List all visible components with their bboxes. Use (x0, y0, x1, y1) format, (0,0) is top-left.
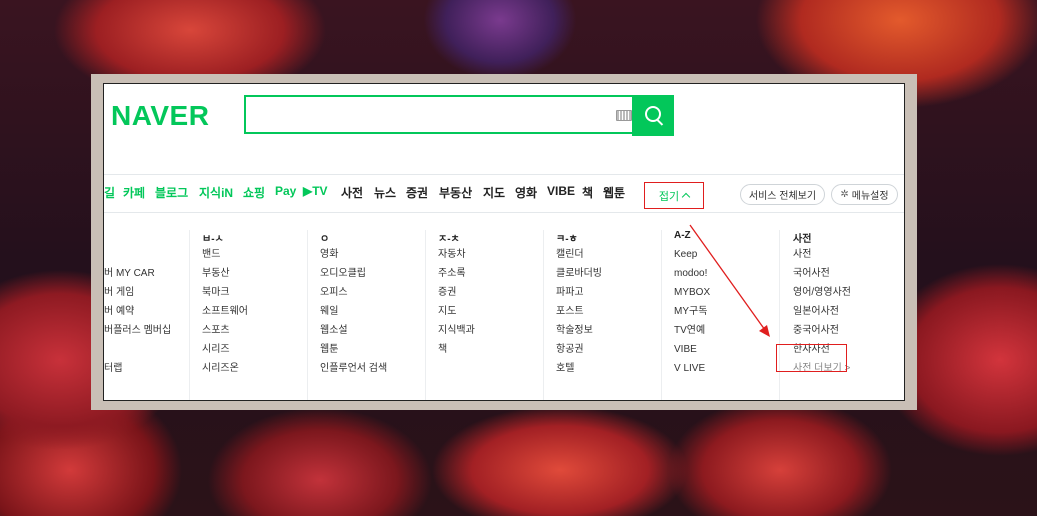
service-link[interactable]: TV연예 (674, 325, 710, 344)
nav-item-movie[interactable]: 영화 (515, 184, 537, 201)
service-link[interactable]: 웹소설 (320, 325, 387, 344)
service-link[interactable] (104, 344, 171, 363)
service-link[interactable]: 지도 (438, 306, 475, 325)
service-link[interactable]: 웨일 (320, 306, 387, 325)
service-link[interactable]: 캘린더 (556, 249, 602, 268)
service-link[interactable]: 증권 (438, 287, 475, 306)
column-heading: 사전 (793, 234, 812, 245)
service-link[interactable]: 밴드 (202, 249, 248, 268)
service-link[interactable]: MY구독 (674, 306, 710, 325)
service-link[interactable]: 시리즈 (202, 344, 248, 363)
search-box[interactable] (244, 95, 672, 134)
nav-item-news[interactable]: 뉴스 (374, 184, 396, 201)
nav-item-stock[interactable]: 증권 (406, 184, 428, 201)
column-heading: A-Z (674, 230, 691, 241)
nav-item-map[interactable]: 지도 (483, 184, 505, 201)
service-column: 버 MY CAR 버 게임 버 예약 버플러스 멤버십 터랩 (104, 230, 171, 382)
divider (104, 174, 904, 175)
all-services-label: 서비스 전체보기 (748, 191, 817, 202)
divider (104, 212, 904, 213)
service-link[interactable]: 사전 (793, 249, 851, 268)
column-heading: ㅈ-ㅊ (438, 234, 460, 245)
service-link[interactable]: 버 게임 (104, 287, 171, 306)
service-link[interactable]: 북마크 (202, 287, 248, 306)
nav-item-cafe[interactable]: 카페 (123, 184, 145, 201)
service-link[interactable]: 자동차 (438, 249, 475, 268)
nav-item-realestate[interactable]: 부동산 (439, 184, 472, 201)
naver-logo[interactable]: NAVER (111, 100, 209, 132)
nav-item-book[interactable]: 책 (582, 184, 593, 201)
service-link[interactable]: 인플루언서 검색 (320, 363, 387, 382)
service-link[interactable] (104, 249, 171, 268)
service-link[interactable]: 학술정보 (556, 325, 602, 344)
service-column: ㅂ-ㅅ 밴드 부동산 북마크 소프트웨어 스포츠 시리즈 시리즈온 (202, 230, 248, 382)
keyboard-icon[interactable] (616, 110, 632, 121)
menu-settings-label: 메뉴설정 (851, 191, 889, 202)
service-link[interactable]: 영어/영영사전 (793, 287, 851, 306)
highlight-box (776, 344, 847, 372)
gear-icon: ✲ (840, 189, 849, 200)
fold-label: 접기 (658, 190, 680, 203)
nav-item-tv[interactable]: ▶TV (303, 184, 328, 198)
service-link[interactable]: 소프트웨어 (202, 306, 248, 325)
service-link[interactable]: V LIVE (674, 363, 710, 382)
service-link[interactable]: 클로바더빙 (556, 268, 602, 287)
column-heading (104, 230, 171, 249)
nav-item-pay[interactable]: Pay (275, 184, 296, 198)
service-column: ㅋ-ㅎ 캘린더 클로바더빙 파파고 포스트 학술정보 항공권 호텔 (556, 230, 602, 382)
menu-settings-button[interactable]: ✲ 메뉴설정 (831, 184, 898, 205)
service-link[interactable]: 부동산 (202, 268, 248, 287)
search-input[interactable] (252, 103, 576, 127)
nav-item-shopping[interactable]: 쇼핑 (243, 184, 265, 201)
service-column: A-Z Keep modoo! MYBOX MY구독 TV연예 VIBE V L… (674, 230, 710, 382)
service-link[interactable]: 버플러스 멤버십 (104, 325, 171, 344)
service-link[interactable]: 포스트 (556, 306, 602, 325)
service-link[interactable]: 지식백과 (438, 325, 475, 344)
nav-item-dictionary[interactable]: 사전 (341, 184, 363, 201)
nav-item-webtoon[interactable]: 웹툰 (603, 184, 625, 201)
service-link[interactable]: 국어사전 (793, 268, 851, 287)
all-services-button[interactable]: 서비스 전체보기 (740, 184, 825, 205)
column-heading: ㅂ-ㅅ (202, 234, 224, 245)
nav-item-vibe[interactable]: VIBE (547, 184, 575, 198)
search-button[interactable] (632, 95, 674, 136)
service-link[interactable]: 오디오클립 (320, 268, 387, 287)
service-link[interactable]: 시리즈온 (202, 363, 248, 382)
fold-button[interactable]: 접기 (644, 182, 704, 209)
nav-item-blog[interactable]: 블로그 (155, 184, 188, 201)
column-heading: ㅋ-ㅎ (556, 234, 578, 245)
service-link[interactable]: 버 MY CAR (104, 268, 171, 287)
naver-panel: NAVER 길 카페 블로그 지식iN 쇼핑 Pay ▶TV 사전 뉴스 증권 … (103, 83, 905, 401)
nav-item[interactable]: 길 (104, 184, 115, 201)
service-link[interactable]: 오피스 (320, 287, 387, 306)
service-link[interactable]: VIBE (674, 344, 710, 363)
nav-item-kin[interactable]: 지식iN (199, 184, 233, 201)
service-link[interactable]: 일본어사전 (793, 306, 851, 325)
column-heading: ㅇ (320, 234, 330, 245)
service-link[interactable]: 파파고 (556, 287, 602, 306)
service-link[interactable]: 웹툰 (320, 344, 387, 363)
service-link[interactable]: 항공권 (556, 344, 602, 363)
service-link[interactable]: 호텔 (556, 363, 602, 382)
service-link[interactable]: modoo! (674, 268, 710, 287)
service-link[interactable]: MYBOX (674, 287, 710, 306)
chevron-up-icon (681, 192, 691, 202)
service-link[interactable]: Keep (674, 249, 710, 268)
service-link[interactable]: 책 (438, 344, 475, 363)
service-link[interactable]: 터랩 (104, 363, 171, 382)
service-column: ㅇ 영화 오디오클립 오피스 웨일 웹소설 웹툰 인플루언서 검색 (320, 230, 387, 382)
service-link[interactable]: 버 예약 (104, 306, 171, 325)
service-link[interactable]: 주소록 (438, 268, 475, 287)
service-link[interactable]: 중국어사전 (793, 325, 851, 344)
service-column: ㅈ-ㅊ 자동차 주소록 증권 지도 지식백과 책 (438, 230, 475, 363)
service-link[interactable]: 스포츠 (202, 325, 248, 344)
service-link[interactable]: 영화 (320, 249, 387, 268)
